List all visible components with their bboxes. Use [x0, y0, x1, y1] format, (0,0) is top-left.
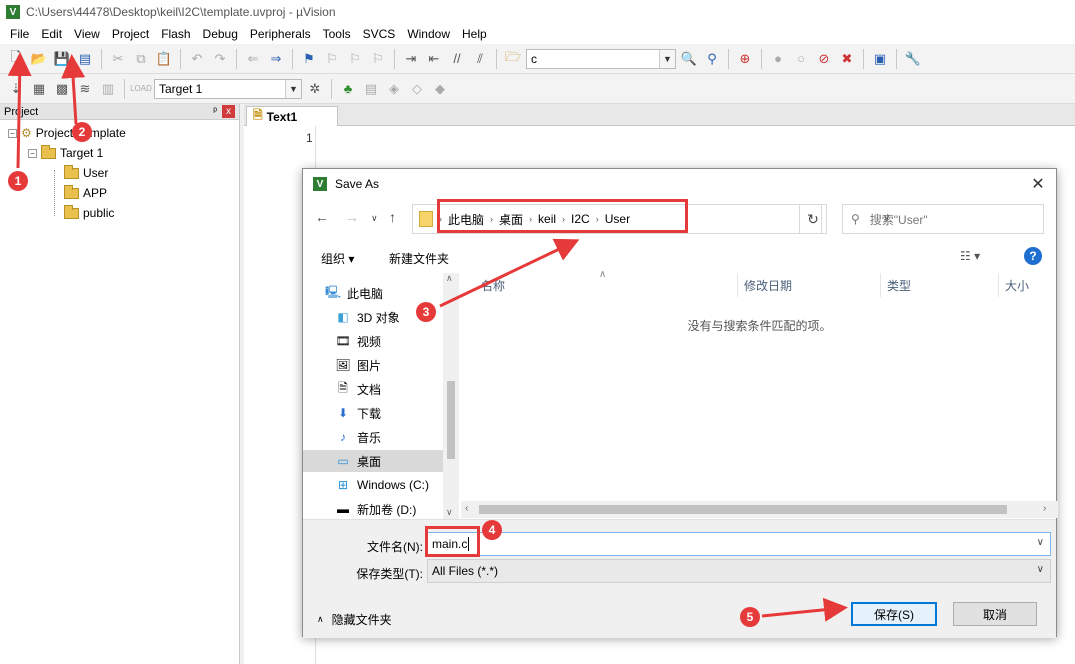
annotation-marker-4: 4: [482, 520, 502, 540]
arrow-to-save: [61, 54, 86, 125]
annotation-marker-5: 5: [740, 607, 760, 627]
arrow-to-address-bar: [439, 238, 580, 308]
annotation-marker-1: 1: [8, 171, 28, 191]
annotation-marker-3: 3: [416, 302, 436, 322]
arrow-to-save-button: [761, 597, 848, 622]
annotation-marker-2: 2: [72, 122, 92, 142]
arrow-to-new-file: [7, 52, 32, 169]
annotation-arrows: [7, 52, 848, 622]
